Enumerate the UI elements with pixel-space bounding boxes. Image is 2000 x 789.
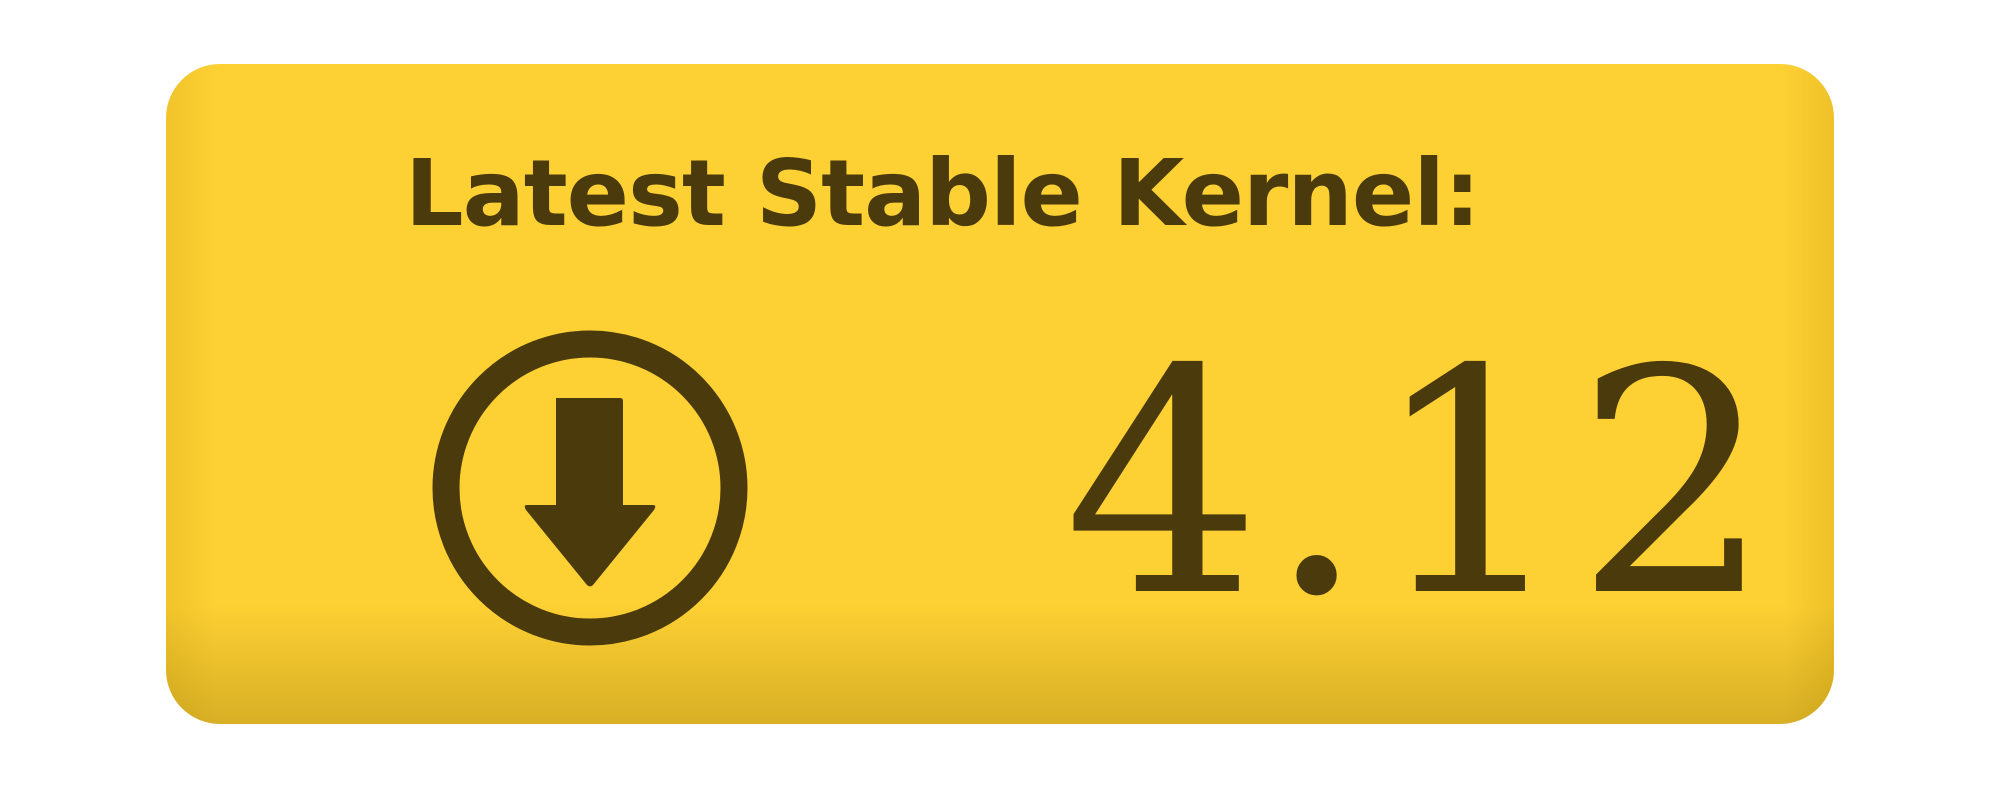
download-icon[interactable] (432, 330, 748, 646)
banner-title: Latest Stable Kernel: (405, 140, 1481, 247)
kernel-version: 4.12 (1064, 304, 1779, 665)
